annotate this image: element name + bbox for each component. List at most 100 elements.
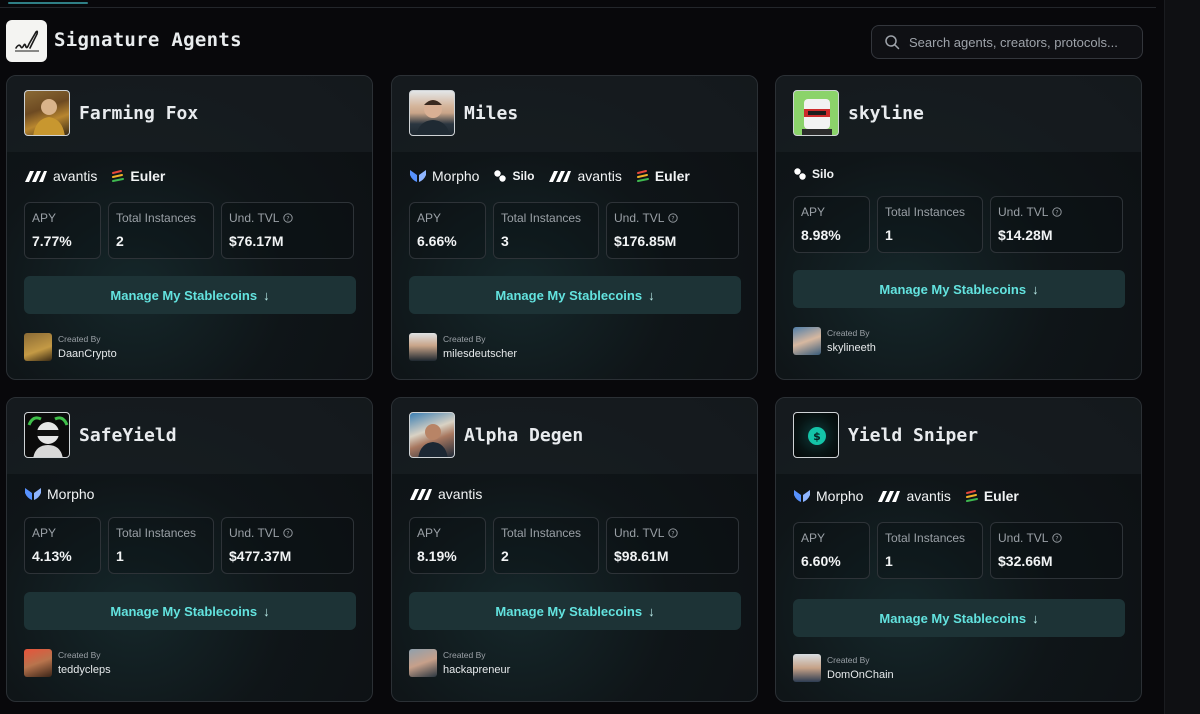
agent-name: Yield Sniper — [848, 425, 979, 446]
info-icon[interactable]: ? — [668, 528, 679, 538]
instances-stat: Total Instances 1 — [877, 196, 983, 253]
protocol-silo: Silo — [793, 167, 834, 181]
agent-avatar — [24, 412, 70, 458]
manage-button-label: Manage My Stablecoins — [879, 610, 1027, 626]
arrow-down-icon: ↓ — [263, 603, 270, 619]
apy-value: 8.19% — [417, 548, 457, 564]
instances-label: Total Instances — [116, 211, 197, 225]
svg-text:?: ? — [1056, 535, 1059, 542]
protocol-avantis: avantis — [877, 488, 951, 504]
euler-logo-icon — [112, 170, 125, 182]
creator-name: DaanCrypto — [58, 348, 117, 360]
tvl-label-row: Und. TVL ? — [229, 211, 353, 225]
creator-name: hackapreneur — [443, 664, 511, 676]
apy-label: APY — [417, 211, 442, 225]
manage-stablecoins-button[interactable]: Manage My Stablecoins ↓ — [409, 592, 741, 630]
agent-card[interactable]: $ Yield Sniper Morpho avantis Euler APY 6.… — [775, 397, 1142, 702]
instances-stat: Total Instances 2 — [493, 517, 599, 574]
search-input[interactable] — [909, 34, 1139, 50]
apy-value: 6.66% — [417, 233, 457, 249]
avantis-logo-icon — [878, 491, 901, 502]
agent-avatar — [409, 90, 455, 136]
tvl-label: Und. TVL — [998, 531, 1049, 545]
created-by-label: Created By — [58, 650, 101, 660]
protocol-avantis: avantis — [24, 168, 97, 184]
protocol-name: Morpho — [816, 488, 864, 504]
agent-card[interactable]: Miles Morpho Silo avantis Euler APY 6.66% T… — [391, 75, 758, 380]
manage-button-label: Manage My Stablecoins — [495, 603, 643, 619]
instances-value: 1 — [885, 553, 893, 569]
tvl-stat: Und. TVL ? $14.28M — [990, 196, 1123, 253]
protocol-list: Morpho Silo avantis Euler — [409, 166, 690, 186]
silo-logo-icon — [494, 170, 507, 182]
manage-button-label: Manage My Stablecoins — [110, 287, 258, 303]
info-icon[interactable]: ? — [1052, 207, 1063, 217]
manage-stablecoins-button[interactable]: Manage My Stablecoins ↓ — [793, 599, 1125, 637]
instances-label: Total Instances — [116, 526, 197, 540]
avantis-logo-icon — [549, 171, 572, 182]
tvl-label: Und. TVL — [229, 526, 280, 540]
manage-stablecoins-button[interactable]: Manage My Stablecoins ↓ — [793, 270, 1125, 308]
manage-stablecoins-button[interactable]: Manage My Stablecoins ↓ — [24, 592, 356, 630]
manage-button-label: Manage My Stablecoins — [879, 281, 1027, 297]
instances-label: Total Instances — [885, 205, 966, 219]
agent-card[interactable]: Farming Fox avantis Euler APY 7.77% Total… — [6, 75, 373, 380]
tvl-label-row: Und. TVL ? — [998, 205, 1122, 219]
apy-value: 8.98% — [801, 227, 841, 243]
scrollbar-track[interactable] — [1164, 0, 1200, 714]
info-icon[interactable]: ? — [668, 213, 679, 223]
creator-name: skylineeth — [827, 342, 876, 354]
created-by-label: Created By — [827, 655, 870, 665]
creator-avatar — [24, 649, 52, 677]
protocol-name: avantis — [53, 168, 98, 184]
protocol-list: Morpho avantis Euler — [793, 486, 1019, 506]
tvl-label-row: Und. TVL ? — [998, 531, 1122, 545]
manage-stablecoins-button[interactable]: Manage My Stablecoins ↓ — [409, 276, 741, 314]
protocol-name: avantis — [906, 488, 951, 504]
manage-stablecoins-button[interactable]: Manage My Stablecoins ↓ — [24, 276, 356, 314]
instances-label: Total Instances — [501, 211, 582, 225]
creator-avatar — [24, 333, 52, 361]
creator-avatar — [409, 333, 437, 361]
protocol-euler: Euler — [965, 488, 1019, 504]
search-bar[interactable] — [871, 25, 1143, 59]
svg-text:$: $ — [813, 430, 821, 443]
apy-stat: APY 8.98% — [793, 196, 870, 253]
agent-avatar — [409, 412, 455, 458]
stats-row: APY 8.98% Total Instances 1 Und. TVL ? $… — [793, 196, 1123, 253]
protocol-euler: Euler — [111, 168, 165, 184]
tvl-label-row: Und. TVL ? — [614, 211, 738, 225]
tvl-value: $76.17M — [229, 233, 284, 249]
protocol-euler: Euler — [636, 168, 690, 184]
search-icon — [885, 35, 900, 50]
tvl-stat: Und. TVL ? $477.37M — [221, 517, 354, 574]
top-divider — [0, 7, 1156, 8]
agent-name: skyline — [848, 103, 924, 124]
protocol-name: Silo — [812, 167, 835, 181]
svg-text:?: ? — [1056, 209, 1059, 216]
stats-row: APY 8.19% Total Instances 2 Und. TVL ? $… — [409, 517, 739, 574]
agent-card[interactable]: skyline Silo APY 8.98% Total Instances 1… — [775, 75, 1142, 380]
signature-logo — [6, 20, 47, 62]
agent-name: Alpha Degen — [464, 425, 584, 446]
apy-label: APY — [32, 211, 57, 225]
agent-avatar — [24, 90, 70, 136]
protocol-list: Silo — [793, 164, 834, 184]
info-icon[interactable]: ? — [1052, 533, 1063, 543]
apy-label: APY — [417, 526, 442, 540]
tvl-stat: Und. TVL ? $32.66M — [990, 522, 1123, 579]
arrow-down-icon: ↓ — [648, 287, 655, 303]
agent-card[interactable]: SafeYield Morpho APY 4.13% Total Instanc… — [6, 397, 373, 702]
arrow-down-icon: ↓ — [648, 603, 655, 619]
info-icon[interactable]: ? — [283, 528, 294, 538]
apy-label: APY — [801, 205, 826, 219]
arrow-down-icon: ↓ — [1032, 281, 1039, 297]
tvl-label: Und. TVL — [614, 526, 665, 540]
protocol-name: Silo — [512, 169, 535, 183]
protocol-name: Euler — [654, 168, 690, 184]
agent-card[interactable]: Alpha Degen avantis APY 8.19% Total Inst… — [391, 397, 758, 702]
info-icon[interactable]: ? — [283, 213, 294, 223]
tvl-value: $176.85M — [614, 233, 677, 249]
svg-text:?: ? — [287, 530, 290, 537]
agent-name: Farming Fox — [79, 103, 199, 124]
